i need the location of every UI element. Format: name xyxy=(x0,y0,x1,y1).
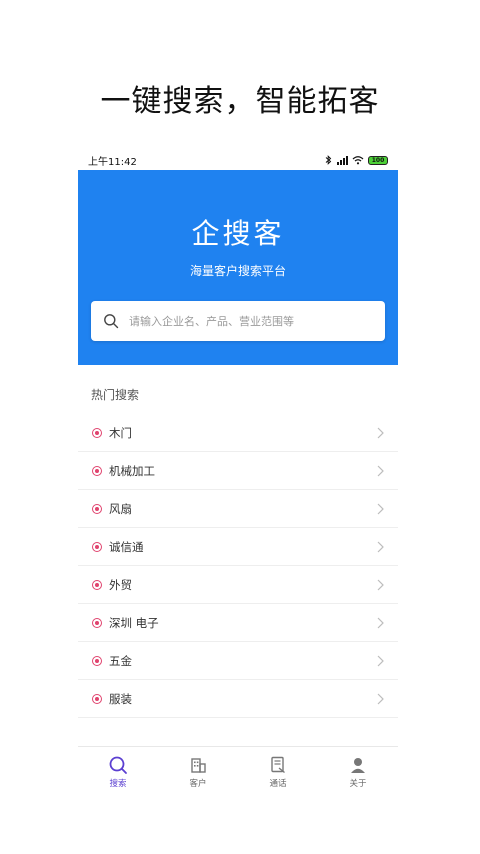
tab-about[interactable]: 关于 xyxy=(318,747,398,800)
status-icons: 100 xyxy=(325,155,388,165)
promo-title: 一键搜索，智能拓客 xyxy=(100,84,380,119)
chevron-right-icon xyxy=(377,579,384,590)
target-dot-icon xyxy=(92,693,102,704)
status-bar: 上午11:42 100 xyxy=(78,150,398,170)
hot-search-label: 深圳 电子 xyxy=(109,615,159,630)
chevron-right-icon xyxy=(377,693,384,704)
hot-search-title: 热门搜索 xyxy=(91,388,140,402)
bluetooth-icon xyxy=(325,155,332,165)
chevron-right-icon xyxy=(377,655,384,666)
tab-label: 通话 xyxy=(269,779,287,789)
hot-search-label: 外贸 xyxy=(109,577,132,592)
tab-label: 搜索 xyxy=(109,779,127,789)
call-log-icon xyxy=(271,756,285,774)
search-input[interactable] xyxy=(129,314,385,328)
chevron-right-icon xyxy=(377,427,384,438)
header-banner: 企搜客 海量客户搜索平台 xyxy=(78,170,398,365)
hot-search-item[interactable]: 木门 xyxy=(78,414,398,452)
hot-search-label: 风扇 xyxy=(109,501,132,516)
chevron-right-icon xyxy=(377,503,384,514)
signal-icon xyxy=(337,156,348,165)
hot-search-item[interactable]: 五金 xyxy=(78,642,398,680)
hot-search-item[interactable]: 外贸 xyxy=(78,566,398,604)
tab-calls[interactable]: 通话 xyxy=(238,747,318,800)
hot-search-item[interactable]: 深圳 电子 xyxy=(78,604,398,642)
app-slogan: 海量客户搜索平台 xyxy=(189,264,286,278)
target-dot-icon xyxy=(92,655,102,666)
search-icon xyxy=(104,314,119,329)
hot-search-list: 木门 机械加工 风扇 诚信通 外贸 深圳 电子 五金 服装 xyxy=(78,414,398,718)
hot-search-item[interactable]: 服装 xyxy=(78,680,398,718)
target-dot-icon xyxy=(92,579,102,590)
tab-label: 客户 xyxy=(189,779,207,789)
target-dot-icon xyxy=(92,503,102,514)
user-icon xyxy=(351,758,365,773)
hot-search-label: 五金 xyxy=(109,653,132,668)
search-bar[interactable] xyxy=(91,301,385,341)
building-icon xyxy=(191,758,206,773)
tab-label: 关于 xyxy=(349,779,367,789)
phone-screen: 上午11:42 100 企搜客 海量客户搜索平台 请输入企业名、产品、营业范围等… xyxy=(78,150,398,800)
wifi-icon xyxy=(352,156,364,165)
target-dot-icon xyxy=(92,427,102,438)
hot-search-item[interactable]: 机械加工 xyxy=(78,452,398,490)
target-dot-icon xyxy=(92,541,102,552)
battery-indicator: 100 xyxy=(368,155,388,165)
chevron-right-icon xyxy=(377,465,384,476)
chevron-right-icon xyxy=(377,617,384,628)
hot-search-item[interactable]: 诚信通 xyxy=(78,528,398,566)
hot-search-label: 诚信通 xyxy=(109,539,144,554)
target-dot-icon xyxy=(92,617,102,628)
tab-customers[interactable]: 客户 xyxy=(158,747,238,800)
chevron-right-icon xyxy=(377,541,384,552)
app-name: 企搜客 xyxy=(191,217,285,250)
tab-search[interactable]: 搜索 xyxy=(78,747,158,800)
hot-search-label: 机械加工 xyxy=(109,463,155,478)
target-dot-icon xyxy=(92,465,102,476)
hot-search-item[interactable]: 风扇 xyxy=(78,490,398,528)
search-icon xyxy=(109,756,127,774)
status-time: 上午11:42 xyxy=(88,156,137,168)
hot-search-label: 木门 xyxy=(109,425,132,440)
hot-search-label: 服装 xyxy=(109,691,132,706)
bottom-tab-bar: 搜索 客户 通话 关于 xyxy=(78,746,398,800)
